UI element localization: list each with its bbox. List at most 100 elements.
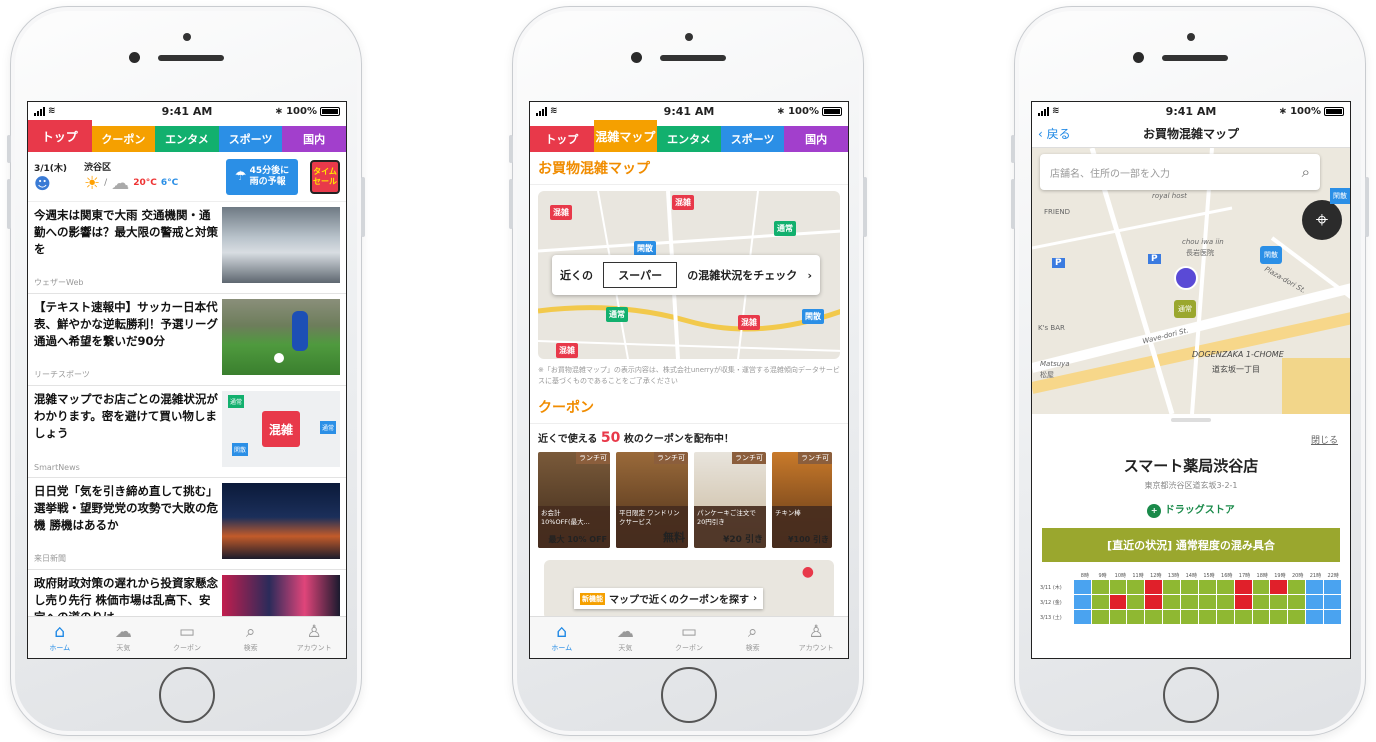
rain-forecast-button[interactable]: ☂ 45分後に 雨の予報	[226, 158, 298, 195]
map-pin[interactable]: 混雑	[550, 205, 572, 220]
tabbar-account[interactable]: ♙ アカウント	[784, 617, 848, 658]
tab-top[interactable]: トップ	[28, 120, 92, 152]
tabbar-account[interactable]: ♙ アカウント	[282, 617, 346, 658]
crowd-cell[interactable]	[1181, 580, 1198, 594]
crowd-cell[interactable]	[1145, 610, 1163, 624]
crowd-cell[interactable]	[1109, 580, 1127, 594]
crowd-cell[interactable]	[1091, 580, 1109, 594]
map-pin[interactable]: 混雑	[672, 195, 694, 210]
crowd-cell[interactable]	[1324, 580, 1341, 594]
crowd-cell[interactable]	[1306, 580, 1324, 594]
crowd-cell[interactable]	[1288, 580, 1306, 594]
tabbar-coupon[interactable]: ▭ クーポン	[657, 617, 721, 658]
map-pin[interactable]: 混雑	[556, 343, 578, 358]
tab-sports[interactable]: スポーツ	[720, 126, 785, 152]
crowd-cell[interactable]	[1252, 580, 1270, 594]
map-pin[interactable]: 閑散	[634, 241, 656, 256]
news-item[interactable]: 混雑マップでお店ごとの混雑状況がわかります。密を避けて買い物しましょう Smart…	[28, 386, 346, 478]
crowd-cell[interactable]	[1127, 595, 1145, 609]
current-location-button[interactable]: ⌖	[1302, 200, 1342, 240]
back-button[interactable]: ‹ 戻る	[1038, 125, 1071, 142]
crowd-cell[interactable]	[1216, 595, 1234, 609]
crowd-cell[interactable]	[1127, 610, 1145, 624]
crowd-cell[interactable]	[1306, 595, 1324, 609]
crowd-cell[interactable]	[1073, 595, 1091, 609]
crowd-cell[interactable]	[1145, 580, 1163, 594]
tab-sports[interactable]: スポーツ	[218, 126, 283, 152]
crowd-cell[interactable]	[1216, 580, 1234, 594]
tab-entertainment[interactable]: エンタメ	[155, 126, 219, 152]
crowd-cell[interactable]	[1324, 610, 1341, 624]
tabbar-search[interactable]: ⌕ 検索	[721, 617, 785, 658]
crowd-cell[interactable]	[1270, 580, 1288, 594]
crowd-cell[interactable]	[1163, 610, 1181, 624]
crowd-cell[interactable]	[1181, 595, 1198, 609]
crowd-cell[interactable]	[1324, 595, 1341, 609]
coupon-map-link[interactable]: マップで近くのクーポンを探す	[609, 591, 749, 606]
crowd-cell[interactable]	[1127, 580, 1145, 594]
home-button[interactable]	[661, 667, 717, 723]
news-item[interactable]: 日日党「気を引き締め直して挑む」選挙戦・望野党党の攻勢で大敗の危機 勝機はあるか…	[28, 478, 346, 570]
store-type-select[interactable]: スーパー	[603, 262, 678, 288]
crowd-cell[interactable]	[1109, 595, 1127, 609]
tabbar-home[interactable]: ⌂ ホーム	[530, 617, 594, 658]
crowd-cell[interactable]	[1073, 610, 1091, 624]
crowd-cell[interactable]	[1198, 610, 1216, 624]
coupon-card[interactable]: ランチ可 お会計 10%OFF(最大... 最大 10% OFF	[538, 452, 610, 548]
crowd-cell[interactable]	[1073, 580, 1091, 594]
coupon-card[interactable]: ランチ可 チキン棒 ¥100 引き	[772, 452, 832, 548]
crowd-cell[interactable]	[1198, 580, 1216, 594]
crowd-cell[interactable]	[1234, 580, 1252, 594]
crowd-cell[interactable]	[1252, 610, 1270, 624]
weather-widget[interactable]: 3/1(木) ☻ 渋谷区 ☀ / ☁ 20°C 6°C ☂ 45分後に 雨の予報 …	[28, 152, 346, 202]
tabbar-coupon[interactable]: ▭ クーポン	[155, 617, 219, 658]
crowd-cell[interactable]	[1306, 610, 1324, 624]
tab-domestic[interactable]: 国内	[282, 126, 346, 152]
crowd-cell[interactable]	[1234, 595, 1252, 609]
map-pin[interactable]: 閑散	[1330, 188, 1350, 204]
crowd-cell[interactable]	[1252, 595, 1270, 609]
crowd-cell[interactable]	[1163, 580, 1181, 594]
coupon-card[interactable]: ランチ可 平日限定 ワンドリン クサービス 無料	[616, 452, 688, 548]
tabbar-home[interactable]: ⌂ ホーム	[28, 617, 92, 658]
crowd-cell[interactable]	[1288, 610, 1306, 624]
news-item[interactable]: 今週末は関東で大雨 交通機関・通勤への影響は？最大限の警戒と対策を ウェザーWeb	[28, 202, 346, 294]
crowd-cell[interactable]	[1091, 595, 1109, 609]
tab-crowd-map[interactable]: 混雑マップ	[593, 120, 658, 152]
crowd-cell[interactable]	[1163, 595, 1181, 609]
close-link[interactable]: 閉じる	[1311, 436, 1338, 446]
store-map[interactable]: 店舗名、住所の一部を入力 ⌕ ⌖ royal host FRIEND chou …	[1032, 148, 1350, 414]
tab-top[interactable]: トップ	[530, 126, 594, 152]
crowd-map-preview[interactable]: 混雑 混雑 通常 閑散 通常 混雑 閑散 混雑 近くの スーパー の混雑状況をチ…	[538, 191, 840, 359]
news-item[interactable]: 【テキスト速報中】サッカー日本代表、鮮やかな逆転勝利！予選リーグ通過へ希望を繋い…	[28, 294, 346, 386]
map-pin[interactable]: 通常	[1174, 300, 1196, 318]
tab-coupon[interactable]: クーポン	[91, 126, 156, 152]
crowd-check-bar[interactable]: 近くの スーパー の混雑状況をチェック ›	[552, 255, 820, 295]
tab-domestic[interactable]: 国内	[784, 126, 848, 152]
store-search-input[interactable]: 店舗名、住所の一部を入力 ⌕	[1040, 154, 1320, 190]
crowd-cell[interactable]	[1181, 610, 1198, 624]
home-button[interactable]	[1163, 667, 1219, 723]
map-pin[interactable]: 閑散	[1260, 246, 1282, 264]
tabbar-weather[interactable]: ☁ 天気	[92, 617, 156, 658]
crowd-cell[interactable]	[1234, 610, 1252, 624]
coupon-card[interactable]: ランチ可 パンケーキご注文で 20円引き ¥20 引き	[694, 452, 766, 548]
crowd-status-button[interactable]: [直近の状況] 通常程度の混み具合	[1042, 528, 1340, 562]
map-pin[interactable]: 混雑	[738, 315, 760, 330]
crowd-cell[interactable]	[1145, 595, 1163, 609]
crowd-cell[interactable]	[1109, 610, 1127, 624]
tabbar-weather[interactable]: ☁ 天気	[594, 617, 658, 658]
tabbar-search[interactable]: ⌕ 検索	[219, 617, 283, 658]
coupon-map-banner[interactable]: ● 新機能 マップで近くのクーポンを探す ›	[544, 560, 834, 620]
map-pin[interactable]: 閑散	[802, 309, 824, 324]
crowd-cell[interactable]	[1216, 610, 1234, 624]
crowd-cell[interactable]	[1091, 610, 1109, 624]
tab-entertainment[interactable]: エンタメ	[657, 126, 721, 152]
time-sale-icon[interactable]: タイム セール	[310, 159, 340, 194]
map-pin[interactable]: 通常	[774, 221, 796, 236]
home-button[interactable]	[159, 667, 215, 723]
crowd-cell[interactable]	[1270, 595, 1288, 609]
crowd-cell[interactable]	[1198, 595, 1216, 609]
crowd-cell[interactable]	[1270, 610, 1288, 624]
map-pin[interactable]: 通常	[606, 307, 628, 322]
